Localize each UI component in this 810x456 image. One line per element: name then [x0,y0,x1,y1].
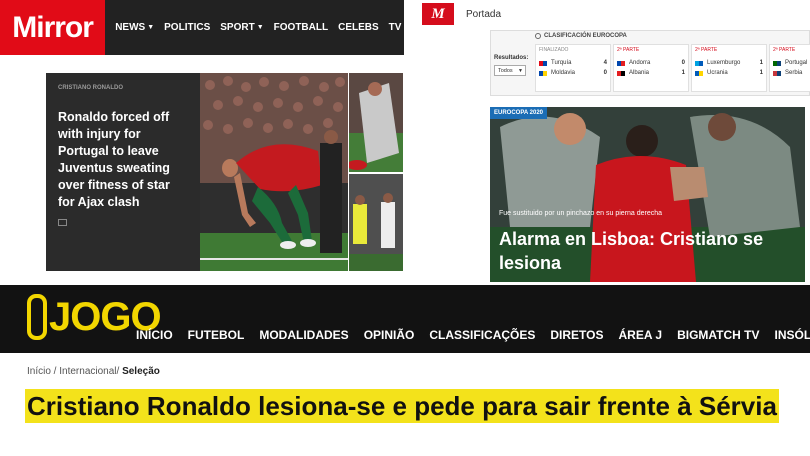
flag-icon [773,60,781,66]
nav-item-label: CELEBS [338,22,379,33]
standings-link[interactable]: CLASIFICACIÓN EUROCOPA [535,33,627,39]
match-status: 2ª PARTE [695,47,718,53]
nav-item-football[interactable]: FOOTBALL [274,22,328,33]
match-status: 2ª PARTE [617,47,640,53]
team-score: 1 [759,70,763,76]
nav-item-label: SPORT [220,22,255,33]
team-row: Turquía 4 [539,58,607,68]
nav-item[interactable]: INSÓLITO [775,328,810,342]
breadcrumb: Início / Internacional/ Seleção [27,366,160,377]
nav-item[interactable]: BIGMATCH TV [677,328,759,342]
scoreboard: Resultados: Todos ▼ CLASIFICACIÓN EUROCO… [490,30,810,96]
results-filter-value: Todos [498,68,513,74]
team-name: Luxemburgo [707,60,741,66]
ojogo-menu: INÍCIO FUTEBOL MODALIDADES OPINIÃO CLASSIFIC… [136,328,810,342]
match-card[interactable]: 2ª PARTE Portugal Serbia [769,44,810,92]
nav-item[interactable]: MODALIDADES [259,328,348,342]
mirror-navbar: Mirror NEWS ▼ POLITICS SPORT ▼ FOOTBALL CELEBS… [0,0,405,55]
results-filter-select[interactable]: Todos ▼ [494,65,526,76]
team-name: Albania [629,70,650,76]
nav-item-label: FOOTBALL [273,22,329,33]
marca-article-card[interactable]: EUROCOPA 2020 Fue sustituido por un pinc… [490,107,805,282]
flag-icon [773,70,781,76]
mirror-panel: Mirror NEWS ▼ POLITICS SPORT ▼ FOOTBALL CELEBS… [0,0,405,280]
team-score: 0 [603,70,607,76]
article-headline[interactable]: Ronaldo forced off with injury for Portu… [58,109,188,211]
team-score: 1 [681,70,685,76]
team-row: Serbia [773,68,810,78]
article-photo-tunnel[interactable] [349,174,403,271]
flag-icon [539,70,547,76]
nav-item-sport[interactable]: SPORT ▼ [220,22,263,33]
team-score: 1 [759,60,763,66]
chevron-down-icon: ▼ [256,24,264,31]
team-name: Turquía [551,60,572,66]
results-label: Resultados: [494,55,529,61]
story-subtitle: Fue sustituido por un pinchazo en su pie… [499,210,663,217]
match-status: FINALIZADO [539,47,569,53]
article-headline: Cristiano Ronaldo lesiona-se e pede para… [27,389,787,423]
nav-item[interactable]: FUTEBOL [188,328,245,342]
article-headline-text: Cristiano Ronaldo lesiona-se e pede para… [27,391,777,421]
nav-item[interactable]: DIRETOS [550,328,603,342]
team-name: Portugal [785,60,808,66]
team-row: Ucrania 1 [695,68,763,78]
mirror-menu: NEWS▼POLITICSSPORT▼FOOTBALLCELEBSTVFILM [105,22,405,33]
ojogo-panel: JOGO INÍCIO FUTEBOL MODALIDADES OPINIÃO CLAS… [0,285,810,456]
nav-item-celebs[interactable]: CELEBS [338,22,379,33]
breadcrumb-internacional[interactable]: Internacional [59,366,116,377]
article-kicker[interactable]: CRISTIANO RONALDO [58,85,188,91]
article-photo-ronaldo[interactable] [200,73,348,271]
nav-item[interactable]: OPINIÃO [364,328,415,342]
team-name: Ucrania [707,70,728,76]
team-name: Moldavia [551,70,576,76]
nav-item-politics[interactable]: POLITICS [164,22,210,33]
flag-icon [695,60,703,66]
team-row: Albania 1 [617,68,685,78]
marca-header: M Portada [405,0,810,28]
chevron-down-icon: ▼ [518,68,523,74]
breadcrumb-selecao[interactable]: Seleção [122,366,160,377]
nav-item-news[interactable]: NEWS ▼ [115,22,154,33]
nav-item-label: NEWS [115,22,146,33]
story-headline[interactable]: Alarma en Lisboa: Cristiano se lesiona [499,227,789,275]
panel-divider [404,0,407,280]
team-score: 0 [681,60,685,66]
breadcrumb-home[interactable]: Início [27,366,51,377]
team-row: Moldavia 0 [539,68,607,78]
flag-icon [539,60,547,66]
nav-item[interactable]: ÁREA J [619,328,663,342]
nav-item[interactable]: INÍCIO [136,328,173,342]
mirror-article-card[interactable]: CRISTIANO RONALDO Ronaldo forced off wit… [46,73,200,271]
marca-page-label[interactable]: Portada [466,9,501,20]
team-name: Andorra [629,60,651,66]
flag-icon [617,70,625,76]
team-row: Portugal [773,58,810,68]
team-row: Andorra 0 [617,58,685,68]
nav-item-label: POLITICS [164,22,211,33]
match-status: 2ª PARTE [773,47,796,53]
flag-icon [617,60,625,66]
marca-logo[interactable]: M [422,3,454,25]
nav-item-label: TV [388,22,402,33]
nav-item[interactable]: CLASSIFICAÇÕES [429,328,535,342]
story-tag[interactable]: EUROCOPA 2020 [490,107,548,119]
chevron-down-icon: ▼ [147,24,155,31]
marca-panel: M Portada Resultados: Todos ▼ CLASIFICAC… [405,0,810,285]
team-row: Luxemburgo 1 [695,58,763,68]
team-score: 4 [603,60,607,66]
match-card[interactable]: 2ª PARTE Luxemburgo 1 Ucrania 1 [691,44,767,92]
team-name: Serbia [785,70,803,76]
standings-label: CLASIFICACIÓN EUROCOPA [544,33,627,39]
match-card[interactable]: FINALIZADO Turquía 4 Moldavia 0 [535,44,611,92]
nav-item-tv[interactable]: TV [389,22,402,33]
mirror-logo[interactable]: Mirror [0,0,106,55]
flag-icon [695,70,703,76]
football-icon [535,33,541,39]
ojogo-logo-o [27,294,47,340]
article-photo-medic[interactable] [349,73,403,172]
ojogo-navbar: JOGO INÍCIO FUTEBOL MODALIDADES OPINIÃO CLAS… [0,285,810,353]
match-card[interactable]: 2ª PARTE Andorra 0 Albania 1 [613,44,689,92]
comment-icon[interactable] [58,219,67,226]
